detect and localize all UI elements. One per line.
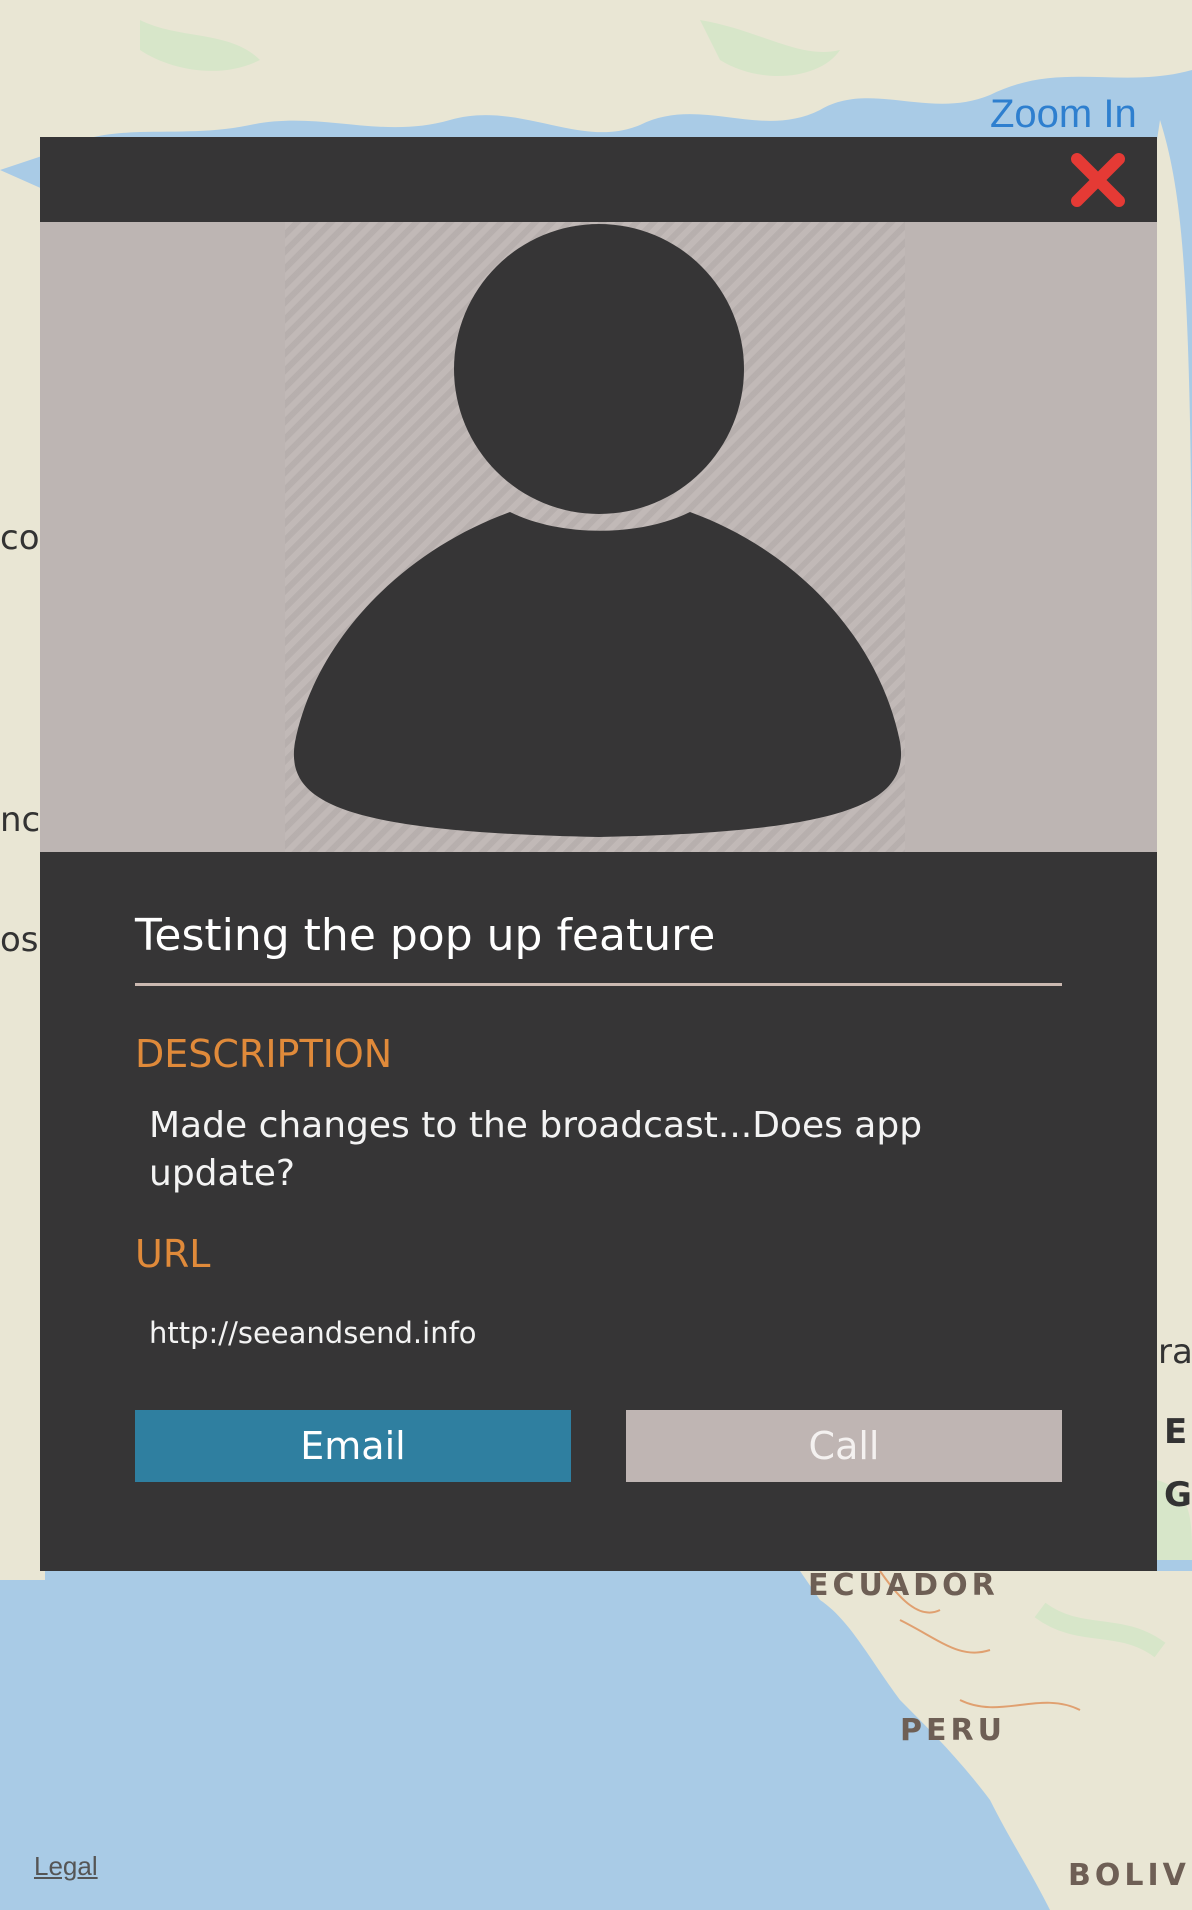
action-buttons: Email Call bbox=[135, 1410, 1062, 1482]
map-label-ecuador: ECUADOR bbox=[808, 1568, 999, 1603]
map-label-bolivia: BOLIV bbox=[1068, 1858, 1190, 1893]
url-label: URL bbox=[135, 1232, 211, 1276]
map-edge-fragment: ra bbox=[1158, 1332, 1192, 1372]
map-edge-fragment: E bbox=[1164, 1412, 1188, 1452]
popup-title: Testing the pop up feature bbox=[135, 910, 1062, 986]
description-text: Made changes to the broadcast...Does app… bbox=[149, 1105, 923, 1194]
popup-header bbox=[40, 137, 1157, 222]
map-edge-fragment: nc bbox=[0, 800, 41, 840]
person-silhouette-icon bbox=[293, 224, 902, 837]
url-link[interactable]: http://seeandsend.info bbox=[135, 1316, 1062, 1350]
map-edge-fragment: os bbox=[0, 920, 39, 960]
call-button[interactable]: Call bbox=[626, 1410, 1062, 1482]
map-edge-fragment: G bbox=[1164, 1475, 1192, 1515]
map-edge-fragment: co bbox=[0, 518, 40, 558]
description-label: DESCRIPTION bbox=[135, 1032, 393, 1076]
popup-content: Testing the pop up feature DESCRIPTION M… bbox=[40, 910, 1157, 1482]
profile-photo-placeholder bbox=[40, 222, 1157, 852]
map-label-peru: PERU bbox=[900, 1713, 1006, 1748]
zoom-in-button[interactable]: Zoom In bbox=[990, 92, 1137, 137]
email-button[interactable]: Email bbox=[135, 1410, 571, 1482]
popup-card: Testing the pop up feature DESCRIPTION M… bbox=[40, 137, 1157, 1571]
close-icon[interactable] bbox=[1069, 151, 1127, 209]
legal-link[interactable]: Legal bbox=[34, 1851, 98, 1882]
